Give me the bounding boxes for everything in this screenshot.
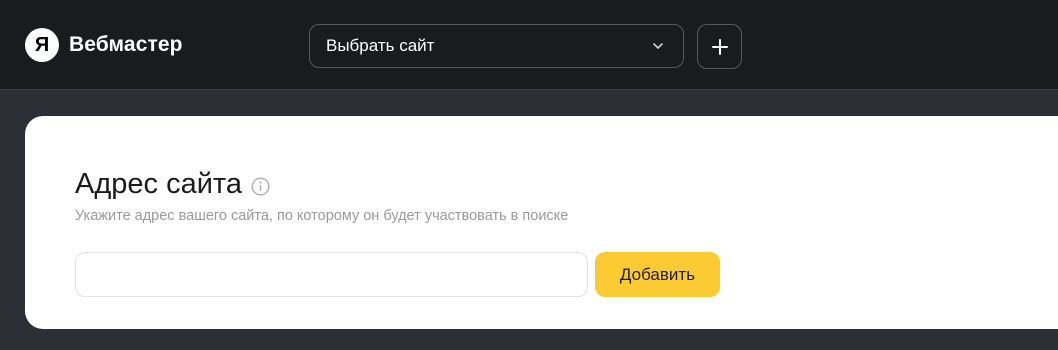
- app-name: Вебмастер: [69, 33, 183, 56]
- plus-icon: [711, 38, 728, 55]
- site-address-hint: Укажите адрес вашего сайта, по которому …: [75, 208, 569, 224]
- chevron-down-icon: [653, 43, 663, 49]
- info-icon[interactable]: [251, 176, 270, 196]
- card-title: Адрес сайта: [75, 168, 270, 201]
- brand[interactable]: Я Вебмастер: [25, 28, 183, 62]
- top-bar: Я Вебмастер Выбрать сайт: [0, 0, 1058, 90]
- add-site-card: Адрес сайта Укажите адрес вашего сайта, …: [25, 116, 1058, 329]
- site-url-input[interactable]: [75, 252, 588, 297]
- yandex-logo-icon: Я: [25, 28, 59, 62]
- page-title: Адрес сайта: [75, 168, 242, 200]
- site-select-dropdown[interactable]: Выбрать сайт: [309, 24, 684, 68]
- site-select-value: Выбрать сайт: [326, 36, 435, 55]
- add-button[interactable]: Добавить: [595, 252, 720, 297]
- add-site-button[interactable]: [697, 24, 742, 69]
